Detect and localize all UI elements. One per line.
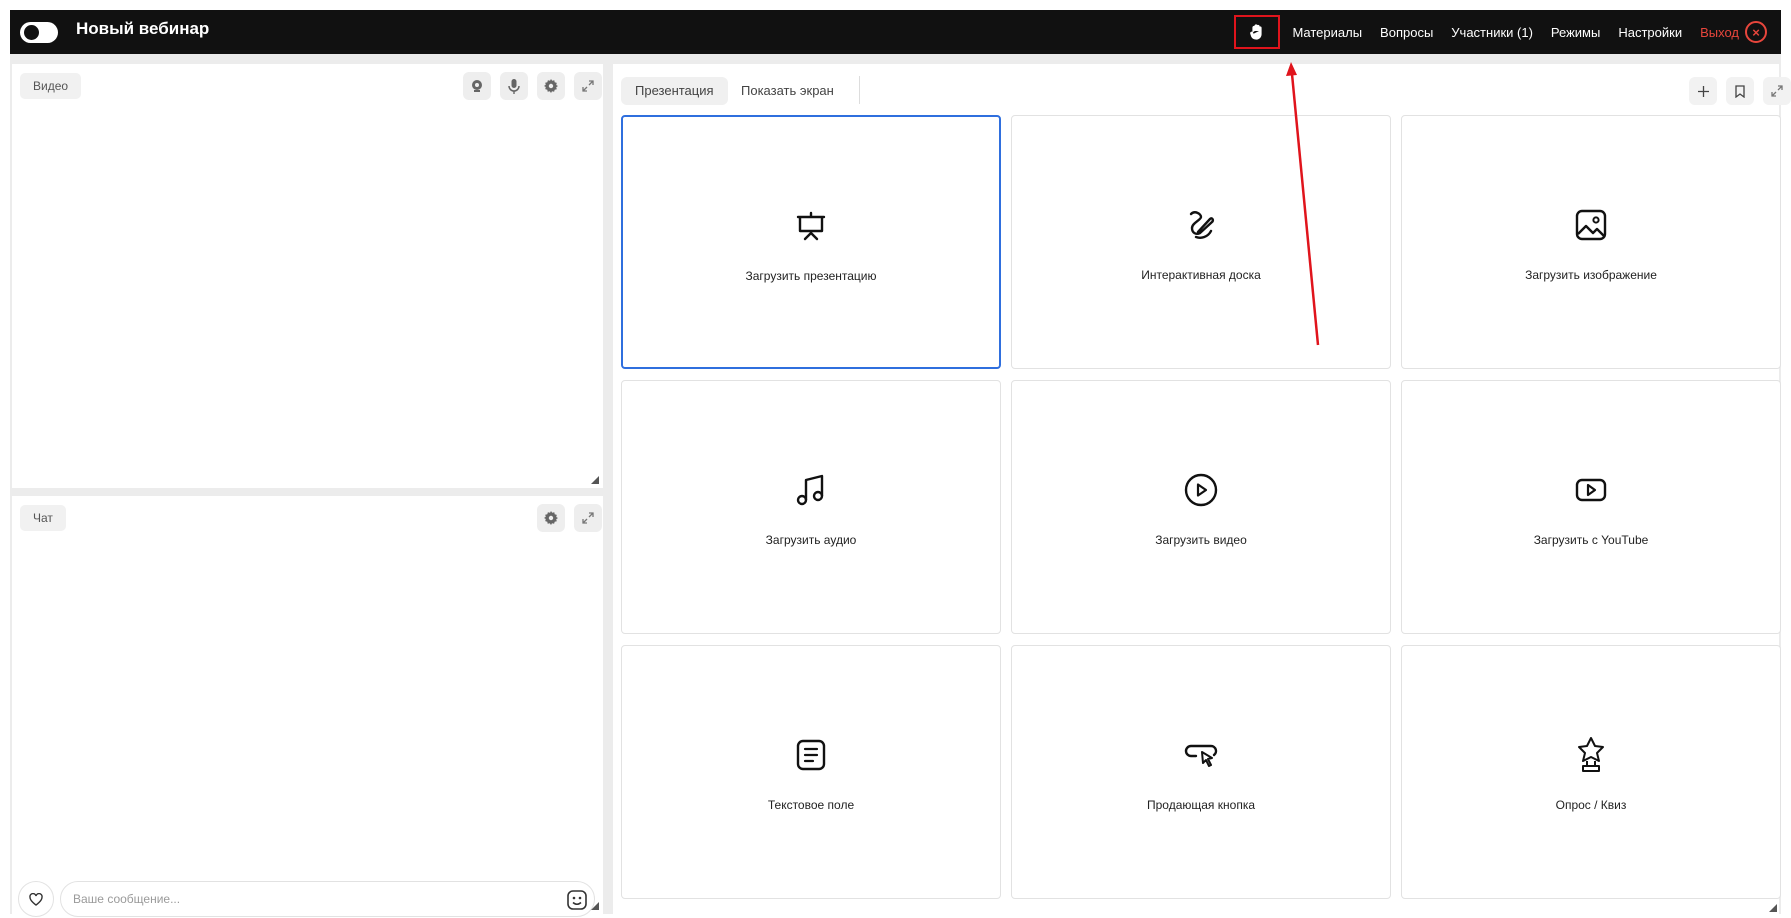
app-window: Новый вебинар Материалы Вопросы Участник…	[10, 10, 1791, 917]
plus-icon	[1697, 85, 1709, 97]
nav-questions[interactable]: Вопросы	[1380, 25, 1433, 40]
expand-icon	[582, 512, 594, 524]
resize-handle[interactable]	[1769, 904, 1777, 912]
expand-icon	[582, 80, 594, 92]
bookmark-icon	[1735, 84, 1745, 98]
menu-toggle[interactable]	[20, 22, 58, 43]
chat-expand-button[interactable]	[574, 504, 602, 532]
webinar-title: Новый вебинар	[76, 19, 210, 38]
click-button-icon	[1184, 744, 1218, 767]
card-label: Текстовое поле	[767, 798, 855, 812]
resize-handle[interactable]	[591, 476, 599, 484]
tab-divider	[859, 76, 860, 104]
content-expand-button[interactable]	[1763, 77, 1791, 105]
card-label: Интерактивная доска	[1141, 268, 1261, 282]
image-icon	[1575, 209, 1607, 241]
close-icon[interactable]: ×	[1745, 21, 1767, 43]
top-bar: Новый вебинар Материалы Вопросы Участник…	[10, 10, 1781, 54]
expand-icon	[1771, 85, 1783, 97]
card-label: Загрузить видео	[1155, 533, 1247, 547]
nav-participants[interactable]: Участники (1)	[1451, 25, 1533, 40]
video-expand-button[interactable]	[574, 72, 602, 100]
add-button[interactable]	[1689, 77, 1717, 105]
video-label: Видео	[20, 73, 82, 99]
card-upload-video[interactable]: Загрузить видео	[1011, 380, 1391, 634]
card-poll-quiz[interactable]: Опрос / Квиз	[1401, 645, 1781, 899]
microphone-icon	[508, 78, 520, 94]
raise-hand-button[interactable]	[1234, 15, 1281, 49]
nav-settings[interactable]: Настройки	[1618, 25, 1682, 40]
like-button[interactable]	[18, 881, 54, 917]
card-upload-youtube[interactable]: Загрузить с YouTube	[1401, 380, 1781, 634]
play-circle-icon	[1184, 473, 1218, 507]
nav-materials[interactable]: Материалы	[1292, 25, 1362, 40]
text-field-icon	[796, 739, 826, 771]
tab-presentation[interactable]: Презентация	[621, 77, 728, 105]
exit-link[interactable]: Выход	[1700, 25, 1739, 40]
card-label: Продающая кнопка	[1147, 798, 1255, 812]
gear-icon	[544, 79, 558, 93]
card-selling-button[interactable]: Продающая кнопка	[1011, 645, 1391, 899]
bookmark-button[interactable]	[1726, 77, 1754, 105]
video-panel: Видео	[12, 64, 603, 488]
card-label: Загрузить аудио	[765, 533, 857, 547]
resize-handle[interactable]	[591, 902, 599, 910]
card-label: Опрос / Квиз	[1555, 798, 1627, 812]
youtube-icon	[1575, 478, 1607, 502]
chat-panel: Чат	[12, 496, 603, 917]
video-settings-button[interactable]	[537, 72, 565, 100]
chat-label: Чат	[20, 505, 66, 531]
chat-settings-button[interactable]	[537, 504, 565, 532]
content-panel: Презентация Показать экран Загрузить пре…	[613, 64, 1791, 914]
card-text-field[interactable]: Текстовое поле	[621, 645, 1001, 899]
nav-modes[interactable]: Режимы	[1551, 25, 1600, 40]
card-label: Загрузить изображение	[1525, 268, 1657, 282]
webcam-icon	[472, 80, 482, 92]
card-upload-image[interactable]: Загрузить изображение	[1401, 115, 1781, 369]
tab-share-screen[interactable]: Показать экран	[727, 77, 848, 105]
webcam-button[interactable]	[463, 72, 491, 100]
presentation-icon	[796, 211, 826, 241]
top-nav: Материалы Вопросы Участники (1) Режимы Н…	[1234, 10, 1781, 54]
hand-icon	[1250, 24, 1263, 40]
heart-icon	[29, 892, 43, 906]
chat-message-input[interactable]	[60, 881, 595, 917]
microphone-button[interactable]	[500, 72, 528, 100]
trophy-star-icon	[1578, 737, 1604, 772]
card-upload-audio[interactable]: Загрузить аудио	[621, 380, 1001, 634]
card-upload-presentation[interactable]: Загрузить презентацию	[621, 115, 1001, 369]
music-note-icon	[796, 474, 824, 506]
emoji-icon[interactable]	[566, 889, 588, 911]
gear-icon	[544, 511, 558, 525]
card-whiteboard[interactable]: Интерактивная доска	[1011, 115, 1391, 369]
card-label: Загрузить презентацию	[745, 269, 877, 283]
whiteboard-icon	[1189, 211, 1215, 239]
card-label: Загрузить с YouTube	[1533, 533, 1649, 547]
